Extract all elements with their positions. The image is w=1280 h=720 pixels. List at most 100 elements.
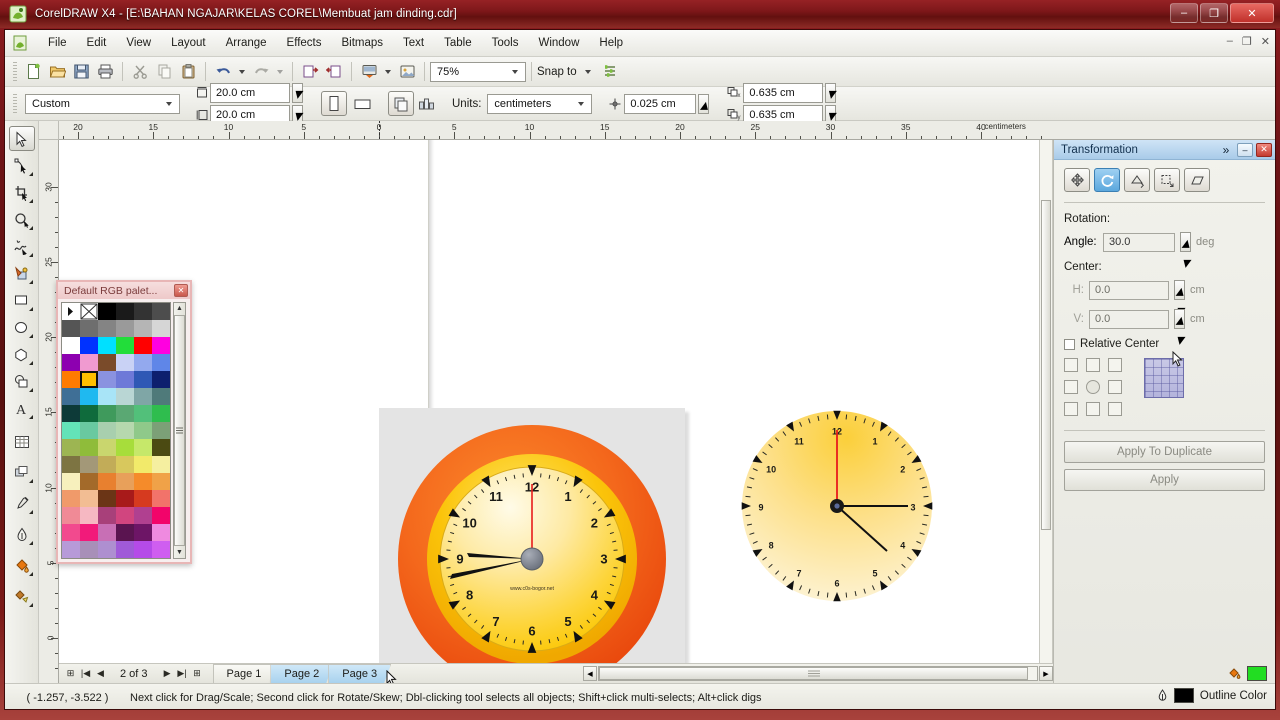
palette-more-arrow-icon[interactable] <box>62 303 80 320</box>
save-icon[interactable] <box>69 60 93 83</box>
relative-center-checkbox[interactable] <box>1064 338 1075 350</box>
nudge-input[interactable]: 0.025 cm <box>624 93 697 114</box>
palette-swatch[interactable] <box>80 507 98 524</box>
page-tab-3[interactable]: Page 3 <box>328 664 391 683</box>
palette-swatch[interactable] <box>116 422 134 439</box>
basic-shapes-tool[interactable] <box>9 369 35 394</box>
palette-scroll-up-icon[interactable]: ▲ <box>174 303 185 314</box>
anchor-bottom-center[interactable] <box>1086 402 1100 416</box>
palette-swatch[interactable] <box>134 439 152 456</box>
mdi-minimize-button[interactable]: – <box>1227 35 1233 48</box>
palette-swatch[interactable] <box>116 541 134 558</box>
zoom-level-combo[interactable]: 75% <box>430 61 526 82</box>
new-document-icon[interactable] <box>21 60 45 83</box>
palette-swatch[interactable] <box>134 507 152 524</box>
center-v-spinner[interactable]: ▴ ▾ <box>1174 309 1185 349</box>
anchor-top-left[interactable] <box>1064 358 1078 372</box>
palette-swatch[interactable] <box>98 507 116 524</box>
fill-tool-flyout-arrow[interactable] <box>28 572 33 576</box>
menu-window[interactable]: Window <box>528 33 589 53</box>
skew-mode-button[interactable] <box>1184 168 1210 192</box>
palette-swatch[interactable] <box>62 456 80 473</box>
print-icon[interactable] <box>93 60 117 83</box>
clock-small-object[interactable]: 121234567891011 <box>736 405 938 607</box>
fill-color-swatch[interactable] <box>1247 666 1267 681</box>
palette-swatch[interactable] <box>62 388 80 405</box>
palette-swatch[interactable] <box>116 490 134 507</box>
landscape-orientation-button[interactable] <box>350 92 374 115</box>
palette-swatch[interactable] <box>116 354 134 371</box>
angle-input[interactable]: 30.0 <box>1103 232 1175 252</box>
palette-swatch[interactable] <box>152 524 170 541</box>
shape-tool-flyout-arrow[interactable] <box>28 172 33 176</box>
property-bar-grip[interactable] <box>13 93 17 114</box>
palette-no-color-swatch[interactable] <box>80 303 98 320</box>
options-icon[interactable] <box>599 60 623 83</box>
palette-swatch[interactable] <box>98 371 116 388</box>
palette-swatch[interactable] <box>116 388 134 405</box>
palette-swatch[interactable] <box>62 405 80 422</box>
menu-table[interactable]: Table <box>434 33 482 53</box>
palette-swatch[interactable] <box>116 320 134 337</box>
palette-swatch[interactable] <box>80 337 98 354</box>
palette-swatch[interactable] <box>152 303 170 320</box>
center-h-input[interactable]: 0.0 <box>1089 280 1169 300</box>
menu-file[interactable]: File <box>38 33 77 53</box>
ellipse-tool[interactable] <box>9 315 35 340</box>
next-page-button[interactable]: ▶ <box>160 666 175 682</box>
outline-color-swatch[interactable] <box>1173 688 1194 703</box>
palette-swatch[interactable] <box>152 490 170 507</box>
pick-tool[interactable] <box>8 126 35 151</box>
text-tool[interactable]: A <box>9 396 35 421</box>
ruler-origin-corner[interactable] <box>39 121 59 140</box>
palette-scroll-down-icon[interactable]: ▼ <box>174 547 185 558</box>
menu-arrange[interactable]: Arrange <box>216 33 277 53</box>
anchor-bottom-left[interactable] <box>1064 402 1078 416</box>
palette-swatch[interactable] <box>152 371 170 388</box>
palette-swatch[interactable] <box>80 524 98 541</box>
crop-tool-flyout-arrow[interactable] <box>28 199 33 203</box>
drawing-canvas[interactable]: 1 2 1 2 3 4 5 6 7 8 9 10 11 www.c0s-bogor.net <box>59 140 1053 663</box>
crop-tool[interactable] <box>9 180 35 205</box>
menu-view[interactable]: View <box>116 33 161 53</box>
palette-swatch[interactable] <box>80 422 98 439</box>
freehand-tool-flyout-arrow[interactable] <box>28 253 33 257</box>
palette-swatch[interactable] <box>98 303 116 320</box>
anchor-top-center[interactable] <box>1086 358 1100 372</box>
clock-main-object[interactable]: 12 1 2 3 4 5 6 7 8 9 10 11 www.c0s-bogor.net <box>379 408 685 663</box>
palette-swatch[interactable] <box>98 388 116 405</box>
palette-swatch[interactable] <box>116 337 134 354</box>
interactive-fill-flyout-arrow[interactable] <box>28 603 33 607</box>
palette-swatch[interactable] <box>152 405 170 422</box>
palette-swatch[interactable] <box>116 371 134 388</box>
zoom-tool[interactable] <box>9 207 35 232</box>
smart-fill-tool[interactable] <box>9 261 35 286</box>
canvas-vertical-scrollbar[interactable] <box>1039 140 1052 663</box>
palette-swatch[interactable] <box>98 524 116 541</box>
rotate-mode-button[interactable] <box>1094 168 1120 192</box>
palette-swatch-grid[interactable] <box>61 302 171 559</box>
basic-shapes-flyout-arrow[interactable] <box>28 388 33 392</box>
anchor-middle-right[interactable] <box>1108 380 1122 394</box>
position-mode-button[interactable] <box>1064 168 1090 192</box>
palette-swatch[interactable] <box>134 490 152 507</box>
menu-edit[interactable]: Edit <box>77 33 117 53</box>
palette-swatch[interactable] <box>134 371 152 388</box>
palette-swatch[interactable] <box>152 320 170 337</box>
palette-swatch[interactable] <box>152 439 170 456</box>
palette-swatch[interactable] <box>134 473 152 490</box>
palette-swatch[interactable] <box>62 439 80 456</box>
palette-swatch[interactable] <box>152 422 170 439</box>
copy-icon[interactable] <box>152 60 176 83</box>
scroll-left-button[interactable]: ◀ <box>583 666 597 681</box>
palette-swatch[interactable] <box>134 456 152 473</box>
palette-swatch[interactable] <box>134 354 152 371</box>
palette-swatch[interactable] <box>98 405 116 422</box>
eyedropper-tool[interactable] <box>9 491 35 516</box>
center-h-spinner[interactable]: ▴▾ <box>1174 280 1185 320</box>
snap-to-label[interactable]: Snap to <box>537 66 577 78</box>
fill-tool[interactable] <box>9 553 35 578</box>
close-button[interactable]: ✕ <box>1230 3 1274 23</box>
text-tool-flyout-arrow[interactable] <box>28 415 33 419</box>
palette-swatch-selected[interactable] <box>80 371 98 388</box>
